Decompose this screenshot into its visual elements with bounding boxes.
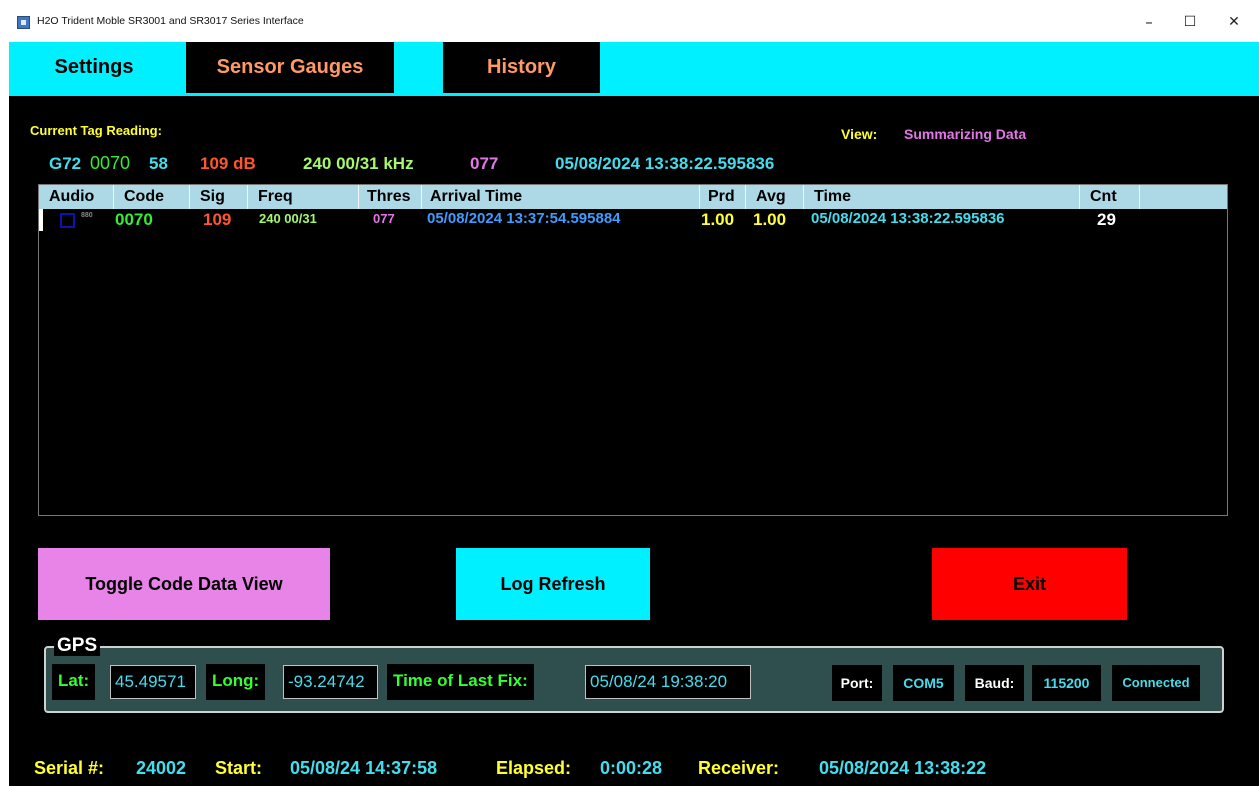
maximize-button[interactable]: ☐ [1175, 10, 1205, 34]
last-fix-label: Time of Last Fix: [387, 664, 534, 700]
log-refresh-button[interactable]: Log Refresh [456, 548, 650, 620]
tag-data-table[interactable]: Audio Code Sig Freq Thres Arrival Time P… [38, 184, 1228, 516]
start-value: 05/08/24 14:37:58 [290, 758, 438, 778]
receiver-value: 05/08/2024 13:38:22 [819, 758, 987, 778]
lat-field[interactable]: 45.49571 [110, 665, 196, 699]
toggle-code-data-view-button[interactable]: Toggle Code Data View [38, 548, 330, 620]
cell-arrival-time: 05/08/2024 13:37:54.595884 [427, 210, 621, 227]
app-icon [17, 16, 30, 29]
col-freq[interactable]: Freq [247, 185, 367, 209]
serial-value: 24002 [136, 758, 187, 778]
col-thres[interactable]: Thres [358, 185, 428, 209]
cell-time: 05/08/2024 13:38:22.595836 [811, 210, 1005, 227]
col-audio[interactable]: Audio [39, 185, 113, 209]
tag-code: 0070 [90, 153, 131, 173]
col-time[interactable]: Time [803, 185, 1083, 209]
table-row[interactable]: 880 0070 109 240 00/31 077 05/08/2024 13… [39, 209, 1227, 231]
gps-title: GPS [54, 636, 101, 656]
tag-signal: 109 dB [200, 154, 256, 173]
cell-freq: 240 00/31 [259, 211, 317, 226]
gps-group: GPS Lat: 45.49571 Long: -93.24742 Time o… [44, 636, 1224, 713]
cell-sig: 109 [203, 210, 232, 229]
tag-prefix: G72 [49, 154, 82, 173]
cell-thres: 077 [373, 211, 395, 226]
window-title: H2O Trident Moble SR3001 and SR3017 Seri… [37, 15, 304, 27]
tag-threshold: 077 [470, 154, 499, 173]
long-field[interactable]: -93.24742 [283, 665, 378, 699]
elapsed-label: Elapsed: [496, 758, 572, 778]
tab-bar: Settings Sensor Gauges History [9, 42, 1259, 96]
tag-time: 05/08/2024 13:38:22.595836 [555, 154, 775, 173]
last-fix-field[interactable]: 05/08/24 19:38:20 [585, 665, 751, 699]
baud-label: Baud: [965, 665, 1024, 701]
col-sig[interactable]: Sig [189, 185, 249, 209]
tab-settings[interactable]: Settings [9, 42, 179, 93]
connection-status: Connected [1112, 665, 1200, 701]
audio-tone-label: 880 [81, 212, 93, 219]
tab-sensor-gauges[interactable]: Sensor Gauges [186, 42, 394, 93]
tag-number: 58 [149, 154, 168, 173]
row-selection-marker [39, 209, 43, 231]
col-arrival-time[interactable]: Arrival Time [421, 185, 701, 209]
cell-code: 0070 [115, 210, 153, 229]
view-value: Summarizing Data [904, 126, 1027, 142]
port-label: Port: [832, 665, 882, 701]
close-button[interactable]: ✕ [1219, 10, 1249, 34]
audio-checkbox[interactable] [60, 213, 75, 228]
serial-label: Serial #: [34, 758, 105, 778]
title-bar: H2O Trident Moble SR3001 and SR3017 Seri… [0, 0, 1259, 42]
minimize-button[interactable]: – [1134, 10, 1164, 34]
view-label: View: [841, 126, 878, 142]
tab-history[interactable]: History [443, 42, 600, 93]
col-cnt[interactable]: Cnt [1079, 185, 1139, 209]
current-tag-label: Current Tag Reading: [30, 123, 162, 138]
receiver-label: Receiver: [698, 758, 780, 778]
cell-prd: 1.00 [701, 210, 735, 229]
tag-frequency: 240 00/31 kHz [303, 154, 414, 173]
port-value[interactable]: COM5 [893, 665, 954, 701]
long-label: Long: [206, 664, 266, 700]
col-spacer [1139, 185, 1227, 209]
baud-value[interactable]: 115200 [1032, 665, 1101, 701]
col-avg[interactable]: Avg [745, 185, 805, 209]
cell-avg: 1.00 [753, 210, 787, 229]
start-label: Start: [215, 758, 263, 778]
exit-button[interactable]: Exit [932, 548, 1127, 620]
lat-label: Lat: [52, 664, 96, 700]
cell-cnt: 29 [1097, 210, 1116, 229]
main-panel: Current Tag Reading: View: Summarizing D… [9, 96, 1259, 786]
elapsed-value: 0:00:28 [600, 758, 663, 778]
table-header: Audio Code Sig Freq Thres Arrival Time P… [39, 185, 1227, 209]
col-code[interactable]: Code [113, 185, 197, 209]
